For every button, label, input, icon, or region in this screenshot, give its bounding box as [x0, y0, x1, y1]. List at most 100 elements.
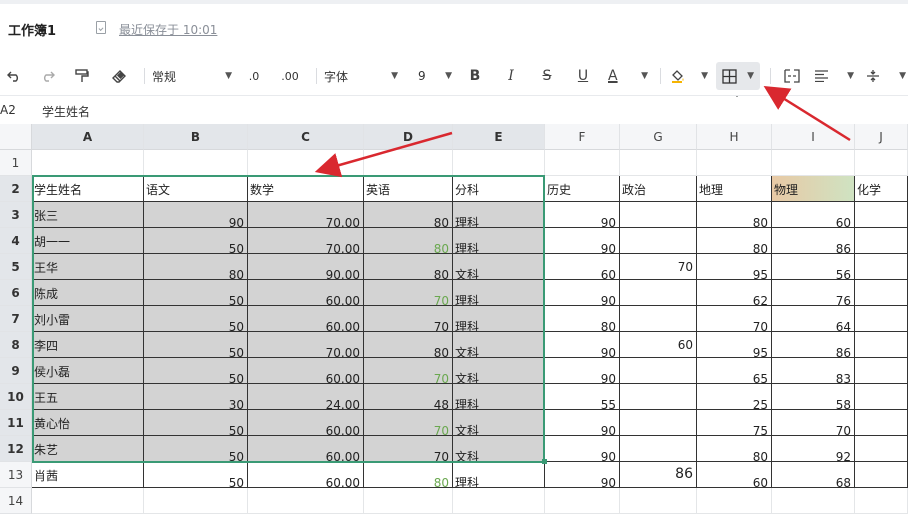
cell-chinese-3[interactable]: 80	[144, 254, 248, 280]
cell-english-11[interactable]: 80	[364, 462, 453, 488]
header-cell-b[interactable]: 语文	[144, 176, 248, 202]
cell-name-10[interactable]: 朱艺	[32, 436, 144, 462]
cell-e14[interactable]	[453, 488, 545, 514]
cell-math-8[interactable]: 24.00	[248, 384, 364, 410]
cell-b14[interactable]	[144, 488, 248, 514]
cell-name-4[interactable]: 陈成	[32, 280, 144, 306]
row-header-8[interactable]: 8	[0, 332, 32, 358]
cell-history-10[interactable]: 90	[545, 436, 620, 462]
cell-math-10[interactable]: 60.00	[248, 436, 364, 462]
cell-j10[interactable]	[855, 384, 908, 410]
cell-chinese-9[interactable]: 50	[144, 410, 248, 436]
cell-history-6[interactable]: 90	[545, 332, 620, 358]
font-color-select[interactable]: A ▼	[608, 56, 648, 96]
cell-d1[interactable]	[364, 150, 453, 176]
cell-history-5[interactable]: 80	[545, 306, 620, 332]
cell-physics-7[interactable]: 83	[772, 358, 855, 384]
cell-history-1[interactable]: 90	[545, 202, 620, 228]
cell-politics-2[interactable]	[620, 228, 697, 254]
row-header-1[interactable]: 1	[0, 150, 32, 176]
cell-geography-6[interactable]: 95	[697, 332, 772, 358]
cell-english-3[interactable]: 80	[364, 254, 453, 280]
cell-geography-2[interactable]: 80	[697, 228, 772, 254]
header-cell-i[interactable]: 物理	[772, 176, 855, 202]
header-cell-a[interactable]: 学生姓名	[32, 176, 144, 202]
cell-track-9[interactable]: 文科	[453, 410, 545, 436]
row-header-4[interactable]: 4	[0, 228, 32, 254]
row-header-9[interactable]: 9	[0, 358, 32, 384]
cell-politics-6[interactable]: 60	[620, 332, 697, 358]
header-cell-c[interactable]: 数学	[248, 176, 364, 202]
row-header-7[interactable]: 7	[0, 306, 32, 332]
cell-math-3[interactable]: 90.00	[248, 254, 364, 280]
column-header-f[interactable]: F	[545, 124, 620, 150]
cell-english-6[interactable]: 80	[364, 332, 453, 358]
cell-j11[interactable]	[855, 410, 908, 436]
cell-politics-3[interactable]: 70	[620, 254, 697, 280]
cell-english-8[interactable]: 48	[364, 384, 453, 410]
undo-icon[interactable]	[4, 56, 24, 96]
font-size-select[interactable]: 9 ▼	[418, 56, 452, 96]
cell-track-11[interactable]: 理科	[453, 462, 545, 488]
header-cell-j[interactable]: 化学	[855, 176, 908, 202]
cell-h14[interactable]	[697, 488, 772, 514]
cell-physics-6[interactable]: 86	[772, 332, 855, 358]
cell-geography-5[interactable]: 70	[697, 306, 772, 332]
cell-math-5[interactable]: 60.00	[248, 306, 364, 332]
cell-politics-8[interactable]	[620, 384, 697, 410]
cell-f1[interactable]	[545, 150, 620, 176]
cell-geography-10[interactable]: 80	[697, 436, 772, 462]
cell-h1[interactable]	[697, 150, 772, 176]
cell-politics-7[interactable]	[620, 358, 697, 384]
cell-politics-4[interactable]	[620, 280, 697, 306]
column-header-a[interactable]: A	[32, 124, 144, 150]
cell-j9[interactable]	[855, 358, 908, 384]
cell-geography-3[interactable]: 95	[697, 254, 772, 280]
cell-geography-8[interactable]: 25	[697, 384, 772, 410]
border-select[interactable]: ▼	[716, 62, 760, 90]
cell-track-1[interactable]: 理科	[453, 202, 545, 228]
cell-chinese-7[interactable]: 50	[144, 358, 248, 384]
cell-geography-1[interactable]: 80	[697, 202, 772, 228]
cell-physics-9[interactable]: 70	[772, 410, 855, 436]
merge-cells-icon[interactable]	[782, 56, 802, 96]
cell-j4[interactable]	[855, 228, 908, 254]
cell-name-7[interactable]: 侯小磊	[32, 358, 144, 384]
cell-chinese-11[interactable]: 50	[144, 462, 248, 488]
cell-track-4[interactable]: 理科	[453, 280, 545, 306]
row-header-3[interactable]: 3	[0, 202, 32, 228]
header-cell-f[interactable]: 历史	[545, 176, 620, 202]
save-status[interactable]: 最近保存于 10:01	[119, 21, 217, 38]
column-header-h[interactable]: H	[697, 124, 772, 150]
cell-c14[interactable]	[248, 488, 364, 514]
column-header-g[interactable]: G	[620, 124, 697, 150]
cell-j3[interactable]	[855, 202, 908, 228]
row-header-5[interactable]: 5	[0, 254, 32, 280]
cell-math-4[interactable]: 60.00	[248, 280, 364, 306]
cell-j6[interactable]	[855, 280, 908, 306]
cell-physics-2[interactable]: 86	[772, 228, 855, 254]
cell-chinese-10[interactable]: 50	[144, 436, 248, 462]
selection-fill-handle[interactable]	[542, 459, 547, 464]
row-header-10[interactable]: 10	[0, 384, 32, 410]
cell-name-1[interactable]: 张三	[32, 202, 144, 228]
column-header-j[interactable]: J	[855, 124, 908, 150]
cell-physics-1[interactable]: 60	[772, 202, 855, 228]
row-header-12[interactable]: 12	[0, 436, 32, 462]
cell-english-4[interactable]: 70	[364, 280, 453, 306]
clear-format-icon[interactable]	[108, 56, 130, 96]
cell-track-10[interactable]: 文科	[453, 436, 545, 462]
cell-j5[interactable]	[855, 254, 908, 280]
cell-geography-7[interactable]: 65	[697, 358, 772, 384]
cell-math-6[interactable]: 70.00	[248, 332, 364, 358]
cell-name-11[interactable]: 肖茜	[32, 462, 144, 488]
cell-chinese-2[interactable]: 50	[144, 228, 248, 254]
cell-i14[interactable]	[772, 488, 855, 514]
cell-track-6[interactable]: 文科	[453, 332, 545, 358]
cell-geography-4[interactable]: 62	[697, 280, 772, 306]
row-header-11[interactable]: 11	[0, 410, 32, 436]
cell-i1[interactable]	[772, 150, 855, 176]
cell-history-3[interactable]: 60	[545, 254, 620, 280]
cell-name-2[interactable]: 胡一一	[32, 228, 144, 254]
cell-chinese-5[interactable]: 50	[144, 306, 248, 332]
